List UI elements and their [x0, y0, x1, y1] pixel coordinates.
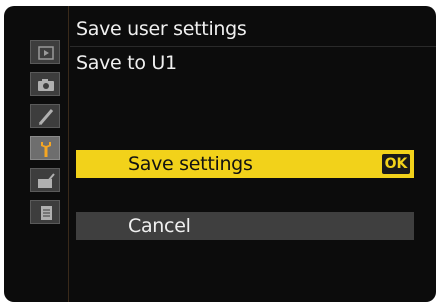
- menu-sidebar: [30, 40, 60, 236]
- lcd-screen: Save user settings Save to U1 Save setti…: [4, 6, 436, 302]
- sidebar-item-setup[interactable]: [30, 136, 60, 160]
- cancel-label: Cancel: [128, 215, 191, 237]
- sidebar-item-custom[interactable]: [30, 104, 60, 128]
- page-subtitle: Save to U1: [76, 52, 177, 74]
- sidebar-item-shooting[interactable]: [30, 72, 60, 96]
- save-settings-option[interactable]: Save settings OK: [76, 150, 414, 178]
- wrench-icon: [41, 142, 51, 157]
- playback-icon: [38, 46, 54, 60]
- retouch-icon: [38, 173, 55, 188]
- sidebar-divider: [68, 6, 69, 302]
- save-settings-label: Save settings: [128, 153, 253, 175]
- page-title: Save user settings: [76, 18, 247, 40]
- pencil-icon: [38, 109, 54, 125]
- sidebar-item-retouch[interactable]: [30, 168, 60, 192]
- ok-badge-icon: OK: [382, 154, 410, 174]
- cancel-option[interactable]: Cancel: [76, 212, 414, 240]
- sidebar-item-my-menu[interactable]: [30, 200, 60, 224]
- title-rule: [70, 46, 436, 47]
- my-menu-icon: [41, 206, 52, 220]
- sidebar-item-playback[interactable]: [30, 40, 60, 64]
- camera-icon: [38, 79, 54, 91]
- camera-frame: Save user settings Save to U1 Save setti…: [0, 0, 440, 308]
